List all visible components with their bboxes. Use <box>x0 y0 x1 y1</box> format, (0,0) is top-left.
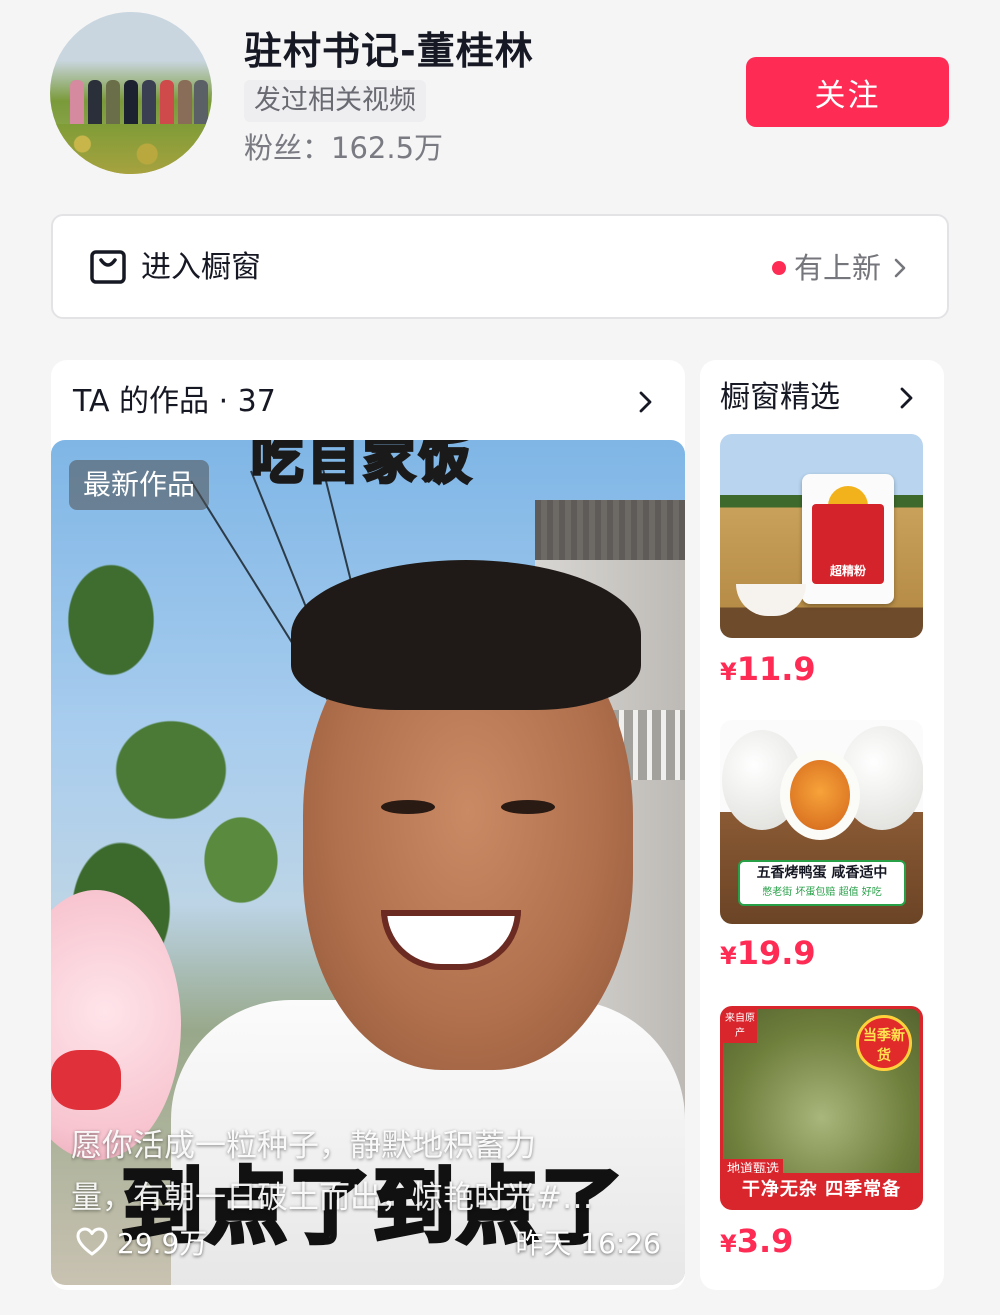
related-video-tag: 发过相关视频 <box>244 80 426 122</box>
price-value: 11.9 <box>736 650 816 688</box>
video-time: 昨天 16:26 <box>515 1227 661 1260</box>
profile-page: 驻村书记-董桂林 发过相关视频 粉丝：162.5万 关注 进入橱窗 有上新 TA… <box>0 0 1000 1315</box>
product-flour-image[interactable]: 超精粉 <box>720 434 923 638</box>
works-card: TA 的作品 · 37 吃自家饭 最新作品 到点了到点了 愿你活成一粒种子，静默… <box>51 360 685 1290</box>
video-eye <box>501 800 555 814</box>
shop-window-label: 进入橱窗 <box>141 250 261 285</box>
season-badge: 当季新货 <box>856 1015 912 1071</box>
price-value: 3.9 <box>736 1222 794 1260</box>
latest-video-thumbnail[interactable]: 吃自家饭 最新作品 到点了到点了 愿你活成一粒种子，静默地积蓄力 量，有朝一日破… <box>51 440 685 1285</box>
price-symbol: ¥ <box>720 658 737 686</box>
product-price[interactable]: ¥3.9 <box>720 1222 793 1260</box>
product-price[interactable]: ¥11.9 <box>720 650 816 688</box>
product-banner-text: 干净无杂 四季常备 <box>723 1173 920 1207</box>
price-value: 19.9 <box>736 934 816 972</box>
flour-bag-text: 超精粉 <box>829 564 866 578</box>
price-symbol: ¥ <box>720 942 737 970</box>
likes-count: 29.9万 <box>117 1227 208 1260</box>
works-title[interactable]: TA 的作品 · 37 <box>73 382 276 422</box>
video-hair <box>291 560 641 710</box>
price-symbol: ¥ <box>720 1230 737 1258</box>
heart-icon <box>76 1227 108 1256</box>
avatar-field <box>50 124 212 174</box>
chevron-right-icon[interactable] <box>892 384 920 412</box>
product-price[interactable]: ¥19.9 <box>720 934 816 972</box>
origin-corner-label: 来自原产 <box>723 1009 757 1043</box>
egg-yolk <box>780 750 860 840</box>
product-dried-greens-image[interactable]: 来自原产 当季新货 地道甄选 干净无杂 四季常备 <box>720 1006 923 1210</box>
video-description-line: 量，有朝一日破土而出，惊艳时光#… <box>71 1180 593 1216</box>
chevron-right-icon <box>894 258 906 278</box>
shop-picks-card: 橱窗精选 超精粉 ¥11.9 五香烤鸭蛋 咸香适中 憋老街 坏蛋包赔 超值 好吃… <box>700 360 944 1290</box>
fans-count: 粉丝：162.5万 <box>244 131 444 165</box>
flour-bag: 超精粉 <box>802 474 894 604</box>
video-description: 愿你活成一粒种子，静默地积蓄力 量，有朝一日破土而出，惊艳时光#… <box>71 1120 671 1224</box>
shopping-bag-icon <box>90 250 126 284</box>
chevron-right-icon[interactable] <box>631 388 659 416</box>
house-roof <box>535 500 685 560</box>
profile-name[interactable]: 驻村书记-董桂林 <box>244 20 534 75</box>
video-description-line: 愿你活成一粒种子，静默地积蓄力 <box>71 1128 536 1164</box>
follow-button[interactable]: 关注 <box>746 57 949 127</box>
ball-character <box>51 1050 121 1110</box>
new-arrival-label: 有上新 <box>793 251 881 285</box>
new-arrival-indicator: 有上新 <box>771 248 913 288</box>
product-banner-text: 五香烤鸭蛋 咸香适中 <box>756 865 888 881</box>
video-top-caption: 吃自家饭 <box>249 440 476 493</box>
flour-bowl <box>736 584 806 616</box>
shop-window-entry[interactable]: 进入橱窗 有上新 <box>51 214 949 319</box>
video-eye <box>381 800 435 814</box>
latest-work-badge: 最新作品 <box>69 460 210 510</box>
product-banner: 五香烤鸭蛋 咸香适中 憋老街 坏蛋包赔 超值 好吃 <box>738 860 906 906</box>
shop-picks-title[interactable]: 橱窗精选 <box>720 378 840 418</box>
red-dot-icon <box>771 261 786 275</box>
avatar[interactable] <box>50 12 212 174</box>
video-likes: 29.9万 <box>75 1222 207 1262</box>
product-banner-subtext: 憋老街 坏蛋包赔 超值 好吃 <box>762 887 882 898</box>
product-duck-egg-image[interactable]: 五香烤鸭蛋 咸香适中 憋老街 坏蛋包赔 超值 好吃 <box>720 720 923 924</box>
